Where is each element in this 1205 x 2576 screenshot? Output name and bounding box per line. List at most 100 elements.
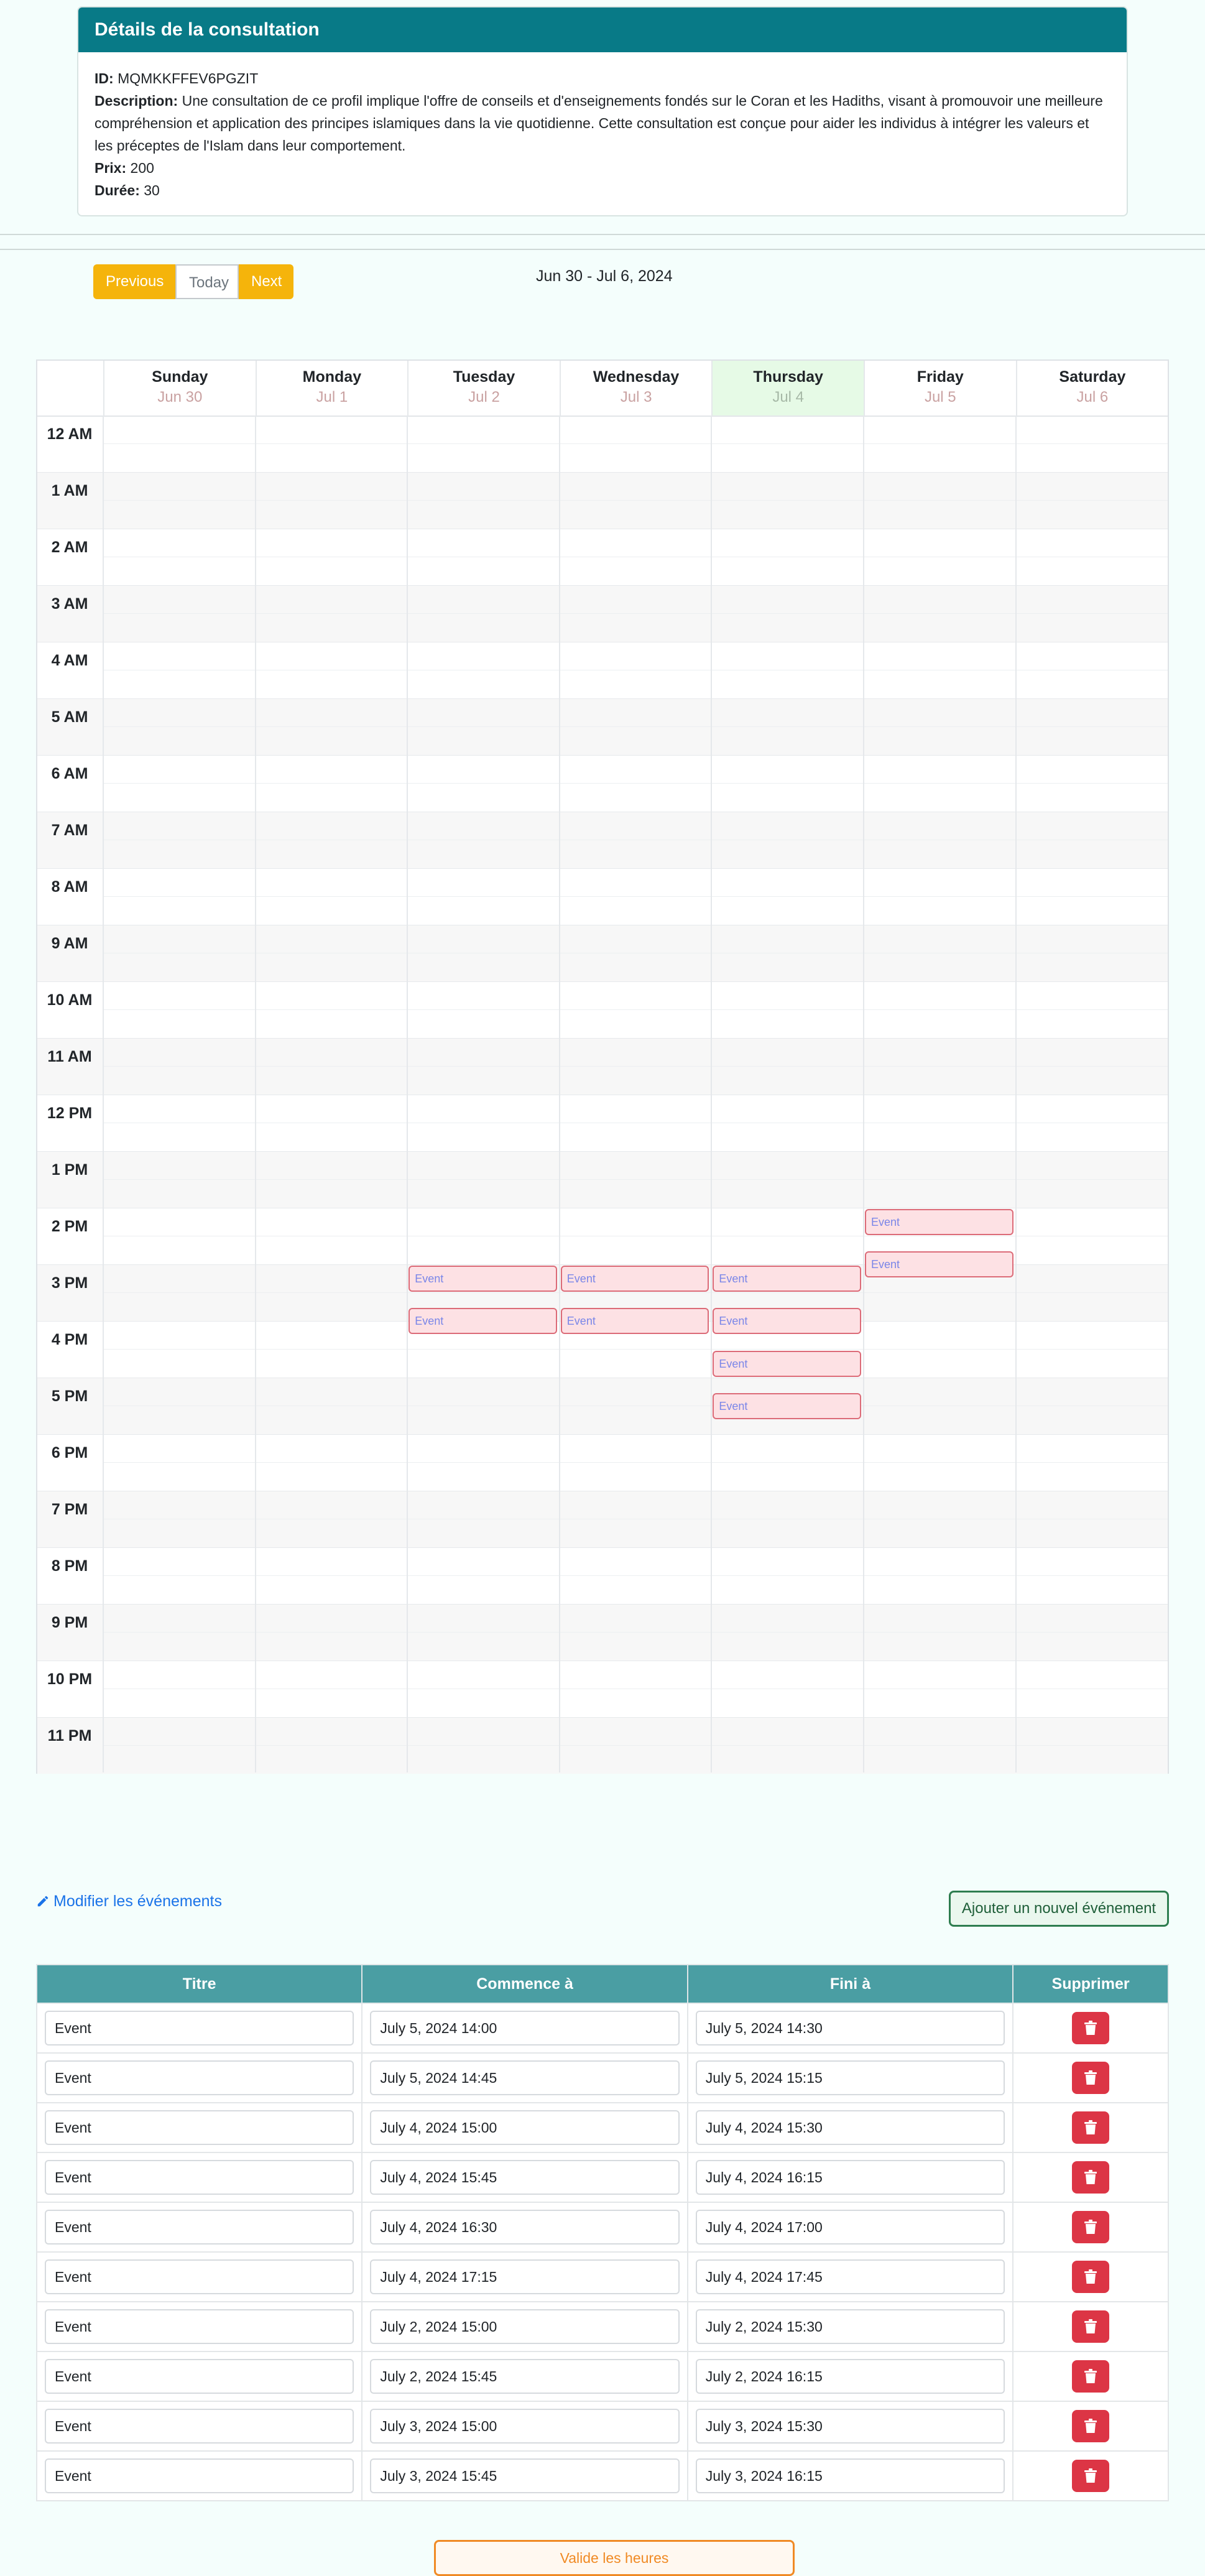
start-input[interactable] — [370, 2160, 680, 2195]
title-input[interactable] — [45, 2060, 354, 2095]
half-hour-gridline — [103, 726, 1168, 727]
start-input[interactable] — [370, 2011, 680, 2046]
title-input[interactable] — [45, 2110, 354, 2145]
start-input[interactable] — [370, 2359, 680, 2394]
validate-hours-button[interactable]: Valide les heures — [434, 2540, 795, 2576]
end-input[interactable] — [695, 2011, 1005, 2046]
card-title: Détails de la consultation — [78, 7, 1127, 52]
hour-row[interactable]: 4 AM — [37, 642, 1168, 698]
calendar-event[interactable]: Event — [865, 1209, 1013, 1235]
end-input[interactable] — [695, 2359, 1005, 2394]
divider — [0, 249, 1205, 250]
start-input[interactable] — [370, 2309, 680, 2344]
hour-row[interactable]: 5 PM — [37, 1378, 1168, 1434]
delete-button[interactable] — [1072, 2261, 1110, 2293]
next-button[interactable]: Next — [239, 264, 293, 299]
end-input[interactable] — [695, 2409, 1005, 2444]
calendar-event[interactable]: Event — [865, 1251, 1013, 1278]
cell-title — [35, 2052, 363, 2103]
column-header-start: Commence à — [361, 1964, 688, 2004]
hour-label: 5 PM — [51, 1388, 88, 1405]
today-button[interactable]: Today — [175, 264, 239, 299]
previous-button[interactable]: Previous — [93, 264, 175, 299]
cell-start — [361, 2152, 688, 2203]
hour-gridline — [37, 755, 1168, 756]
start-input[interactable] — [370, 2110, 680, 2145]
end-input[interactable] — [695, 2458, 1005, 2493]
start-input[interactable] — [370, 2060, 680, 2095]
start-input[interactable] — [370, 2259, 680, 2294]
hour-gridline — [37, 472, 1168, 473]
delete-button[interactable] — [1072, 2410, 1110, 2442]
hour-row[interactable]: 8 AM — [37, 868, 1168, 925]
title-input[interactable] — [45, 2160, 354, 2195]
hour-label: 6 PM — [51, 1444, 88, 1462]
end-input[interactable] — [695, 2160, 1005, 2195]
title-input[interactable] — [45, 2458, 354, 2493]
start-input[interactable] — [370, 2409, 680, 2444]
title-input[interactable] — [45, 2309, 354, 2344]
hour-row[interactable]: 10 PM — [37, 1661, 1168, 1717]
delete-button[interactable] — [1072, 2062, 1110, 2094]
end-input[interactable] — [695, 2110, 1005, 2145]
hour-row[interactable]: 1 AM — [37, 472, 1168, 529]
day-header-thursday: Thursday Jul 4 — [711, 361, 864, 415]
hour-row[interactable]: 2 AM — [37, 529, 1168, 585]
cell-end — [686, 2202, 1014, 2253]
hour-row[interactable]: 5 AM — [37, 698, 1168, 755]
delete-button[interactable] — [1072, 2012, 1110, 2044]
title-input[interactable] — [45, 2409, 354, 2444]
hour-gridline — [37, 981, 1168, 982]
edit-events-label: Modifier les événements — [53, 1893, 222, 1910]
hour-row[interactable]: 11 PM — [37, 1717, 1168, 1774]
hour-row[interactable]: 10 AM — [37, 981, 1168, 1038]
title-input[interactable] — [45, 2259, 354, 2294]
day-date: Jul 2 — [468, 389, 500, 405]
title-input[interactable] — [45, 2210, 354, 2245]
end-input[interactable] — [695, 2060, 1005, 2095]
delete-button[interactable] — [1072, 2310, 1110, 2343]
delete-button[interactable] — [1072, 2211, 1110, 2243]
hour-row[interactable]: 6 PM — [37, 1434, 1168, 1491]
day-name: Sunday — [152, 368, 208, 386]
calendar-event[interactable]: Event — [560, 1266, 709, 1292]
calendar-event[interactable]: Event — [713, 1392, 861, 1419]
hour-row[interactable]: 9 PM — [37, 1604, 1168, 1661]
start-input[interactable] — [370, 2210, 680, 2245]
hour-row[interactable]: 9 AM — [37, 925, 1168, 981]
end-input[interactable] — [695, 2210, 1005, 2245]
day-header-monday: Monday Jul 1 — [255, 361, 408, 415]
start-input[interactable] — [370, 2458, 680, 2493]
calendar-event[interactable]: Event — [560, 1308, 709, 1335]
calendar-event[interactable]: Event — [713, 1350, 861, 1377]
hour-row[interactable]: 12 PM — [37, 1095, 1168, 1151]
delete-button[interactable] — [1072, 2111, 1110, 2144]
hour-label: 7 PM — [51, 1501, 88, 1518]
calendar-event[interactable]: Event — [713, 1308, 861, 1335]
trash-icon — [1084, 2220, 1097, 2234]
hour-row[interactable]: 12 AM — [37, 415, 1168, 472]
calendar-event[interactable]: Event — [409, 1308, 557, 1335]
calendar-event[interactable]: Event — [713, 1266, 861, 1292]
hour-gridline — [37, 868, 1168, 869]
hour-label: 5 AM — [51, 708, 88, 726]
hour-row[interactable]: 11 AM — [37, 1038, 1168, 1095]
hour-row[interactable]: 6 AM — [37, 755, 1168, 812]
hour-row[interactable]: 7 PM — [37, 1491, 1168, 1547]
end-input[interactable] — [695, 2259, 1005, 2294]
end-input[interactable] — [695, 2309, 1005, 2344]
day-header-sunday: Sunday Jun 30 — [103, 361, 256, 415]
hour-row[interactable]: 1 PM — [37, 1151, 1168, 1208]
add-event-button[interactable]: Ajouter un nouvel événement — [949, 1891, 1169, 1927]
title-input[interactable] — [45, 2011, 354, 2046]
delete-button[interactable] — [1072, 2460, 1110, 2492]
hour-row[interactable]: 7 AM — [37, 812, 1168, 868]
delete-button[interactable] — [1072, 2161, 1110, 2194]
hour-row[interactable]: 8 PM — [37, 1547, 1168, 1604]
hour-row[interactable]: 3 AM — [37, 585, 1168, 642]
title-input[interactable] — [45, 2359, 354, 2394]
divider — [0, 234, 1205, 235]
edit-events-link[interactable]: Modifier les événements — [36, 1893, 222, 1911]
delete-button[interactable] — [1072, 2360, 1110, 2393]
calendar-event[interactable]: Event — [409, 1266, 557, 1292]
